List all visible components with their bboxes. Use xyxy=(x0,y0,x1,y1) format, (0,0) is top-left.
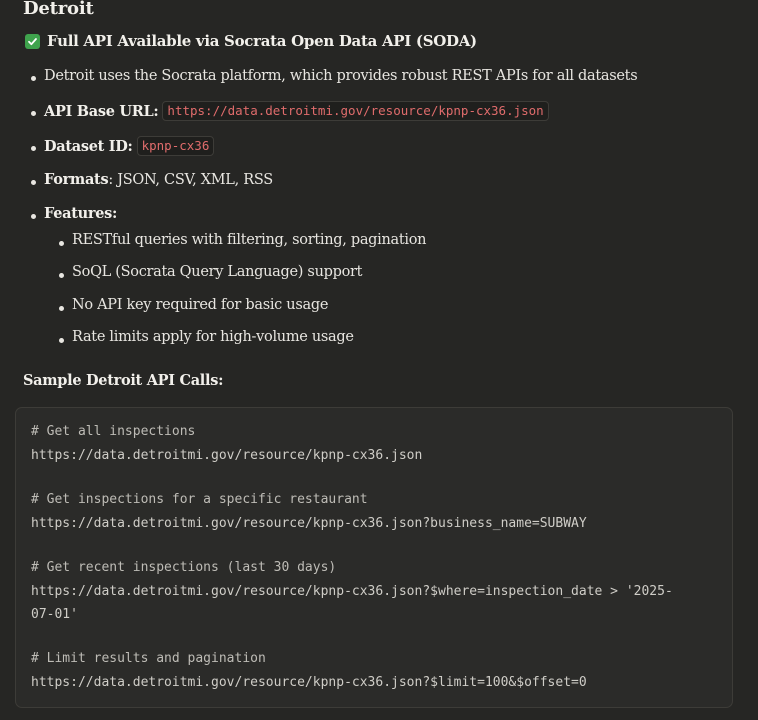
code-url: https://data.detroitmi.gov/resource/kpnp… xyxy=(31,675,587,690)
bullet-dot xyxy=(59,338,64,343)
feature-item: RESTful queries with filtering, sorting,… xyxy=(72,232,427,248)
subheading-text: Full API Available via Socrata Open Data… xyxy=(47,32,477,50)
chat-response: Detroit Full API Available via Socrata O… xyxy=(0,0,758,720)
code-url: https://data.detroitmi.gov/resource/kpnp… xyxy=(31,516,587,531)
code-comment: # Get recent inspections (last 30 days) xyxy=(31,560,337,575)
api-availability-subheading: Full API Available via Socrata Open Data… xyxy=(25,32,477,50)
code-block[interactable]: # Get all inspections https://data.detro… xyxy=(15,407,733,708)
api-base-url-code: https://data.detroitmi.gov/resource/kpnp… xyxy=(162,101,549,121)
bullet-formats: Formats: JSON, CSV, XML, RSS xyxy=(44,171,273,188)
platform-text: Detroit uses the Socrata platform, which… xyxy=(44,68,638,84)
features-label: Features: xyxy=(44,205,118,222)
feature-text: RESTful queries with filtering, sorting,… xyxy=(72,232,427,248)
code-comment: # Get inspections for a specific restaur… xyxy=(31,492,368,507)
feature-item: SoQL (Socrata Query Language) support xyxy=(72,264,362,280)
code-url: https://data.detroitmi.gov/resource/kpnp… xyxy=(31,448,423,463)
formats-value: : JSON, CSV, XML, RSS xyxy=(108,171,273,188)
api-base-label: API Base URL: xyxy=(44,102,159,120)
dataset-id-label: Dataset ID: xyxy=(44,137,133,155)
code-comment: # Limit results and pagination xyxy=(31,651,266,666)
bullet-features: Features: xyxy=(44,205,117,222)
code-url: https://data.detroitmi.gov/resource/kpnp… xyxy=(31,584,673,599)
sample-calls-title: Sample Detroit API Calls: xyxy=(23,372,224,389)
feature-text: No API key required for basic usage xyxy=(72,297,329,313)
feature-item: No API key required for basic usage xyxy=(72,297,328,313)
bullet-dot xyxy=(31,146,36,151)
feature-text: SoQL (Socrata Query Language) support xyxy=(72,264,363,280)
bullet-api-base-url: API Base URL: https://data.detroitmi.gov… xyxy=(44,101,549,121)
check-box-icon xyxy=(25,33,40,49)
code-url-continued: 07-01' xyxy=(31,607,78,622)
formats-label: Formats xyxy=(44,171,109,188)
bullet-dot xyxy=(59,273,64,278)
section-heading: Detroit xyxy=(23,0,94,19)
feature-item: Rate limits apply for high-volume usage xyxy=(72,329,354,345)
dataset-id-code: kpnp-cx36 xyxy=(136,136,215,156)
bullet-dot xyxy=(59,241,64,246)
bullet-dot xyxy=(31,76,36,81)
bullet-dot xyxy=(31,111,36,116)
bullet-dot xyxy=(31,180,36,185)
bullet-platform: Detroit uses the Socrata platform, which… xyxy=(44,68,638,84)
feature-text: Rate limits apply for high-volume usage xyxy=(72,329,354,345)
bullet-dot xyxy=(59,306,64,311)
bullet-dot xyxy=(31,214,36,219)
bullet-dataset-id: Dataset ID: kpnp-cx36 xyxy=(44,136,215,156)
code-comment: # Get all inspections xyxy=(31,424,196,439)
